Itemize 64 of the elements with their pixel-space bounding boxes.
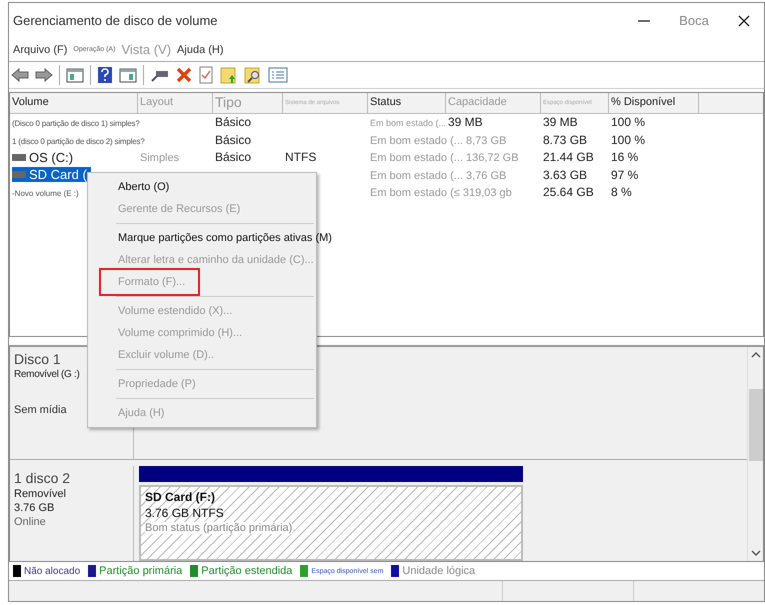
disk-detail: 3.76 GB	[14, 502, 56, 514]
disk-detail: Removível (G :)	[14, 368, 80, 380]
help-icon[interactable]	[97, 66, 113, 84]
table-cell: Básico	[215, 132, 252, 147]
menu-item[interactable]: Ajuda (H)	[177, 44, 224, 56]
minimize-icon	[638, 20, 650, 22]
table-cell: Simples	[140, 152, 180, 164]
partition-status: Bom status (partição primária)	[145, 522, 292, 534]
table-cell[interactable]: 1 (disco 0 partição de disco 2) simples?	[12, 136, 145, 146]
table-cell: 8 %	[611, 185, 632, 200]
back-arrow-icon[interactable]	[11, 66, 29, 83]
disk-detail: Online	[14, 516, 47, 528]
drive-icon	[12, 171, 26, 178]
table-cell[interactable]: -Novo volume (E :)	[12, 189, 79, 198]
forward-arrow-icon[interactable]	[35, 66, 53, 83]
table-cell: Básico	[215, 150, 252, 164]
column-header[interactable]: Status	[368, 92, 446, 113]
drive-icon	[12, 154, 26, 161]
scrollbar[interactable]	[747, 346, 763, 562]
scroll-down-icon[interactable]	[750, 549, 760, 558]
table-cell: 39 MB	[448, 115, 483, 130]
table-cell: Em bom estado (... 136,72 GB	[370, 152, 519, 164]
partition-name: SD Card (F:)	[145, 490, 216, 504]
legend-label: Partição primária	[99, 565, 182, 578]
disk-name: 1 disco 2	[14, 470, 72, 486]
table-cell: 8.73 GB	[543, 132, 588, 147]
table-cell: 25.64 GB	[543, 185, 594, 200]
table-cell: 97 %	[611, 168, 638, 182]
table-cell: Em bom estado (... 3,76 GB	[370, 170, 506, 182]
table-cell: Em bom estado (... 8,73 GB	[370, 134, 506, 147]
table-cell: 100 %	[611, 132, 646, 147]
search-icon[interactable]	[244, 66, 262, 84]
delete-icon[interactable]	[176, 66, 192, 83]
menu-item[interactable]: Arquivo (F)	[13, 44, 68, 56]
table-cell: 16 %	[611, 150, 638, 164]
menu-item[interactable]: Aberto (O)	[88, 176, 180, 198]
legend-label: Não alocado	[24, 566, 80, 577]
checklist-icon[interactable]	[198, 66, 214, 84]
table-cell: 3.63 GB	[543, 168, 588, 182]
partition-size: 3.76 GB NTFS	[145, 506, 225, 520]
column-header[interactable]: % Disponível	[609, 92, 699, 113]
column-header[interactable]: Volume	[10, 92, 138, 113]
scroll-up-icon[interactable]	[750, 350, 760, 359]
folder-up-icon[interactable]	[220, 66, 238, 84]
table-cell: Em bom estado (...	[370, 118, 446, 128]
table-cell[interactable]: OS (C:)	[12, 150, 74, 165]
panel-icon[interactable]	[119, 66, 137, 83]
table-cell: Básico	[215, 115, 252, 130]
table-cell[interactable]: SD Card (	[12, 167, 91, 182]
table-cell: 39 MB	[543, 115, 578, 130]
disk-detail: Removível	[14, 488, 67, 500]
table-cell: Em bom estado (≤ 319,03 gb	[370, 187, 512, 200]
table-cell[interactable]: (Disco 0 partição de disco 1) simples?	[12, 119, 140, 128]
caption-text: Boca	[678, 13, 710, 28]
table-cell: 21.44 GB	[543, 150, 594, 164]
legend-label: Unidade lógica	[402, 565, 476, 578]
table-cell: NTFS	[285, 150, 316, 164]
legend-label: Partição estendida	[201, 565, 292, 578]
close-icon	[737, 14, 751, 28]
panel-icon[interactable]	[66, 66, 84, 83]
menu-item[interactable]: Marque partições como partições ativas (M)	[88, 227, 342, 249]
table-cell: 100 %	[611, 115, 646, 130]
list-icon[interactable]	[268, 66, 288, 83]
window-title: Gerenciamento de disco de volume	[13, 13, 218, 28]
